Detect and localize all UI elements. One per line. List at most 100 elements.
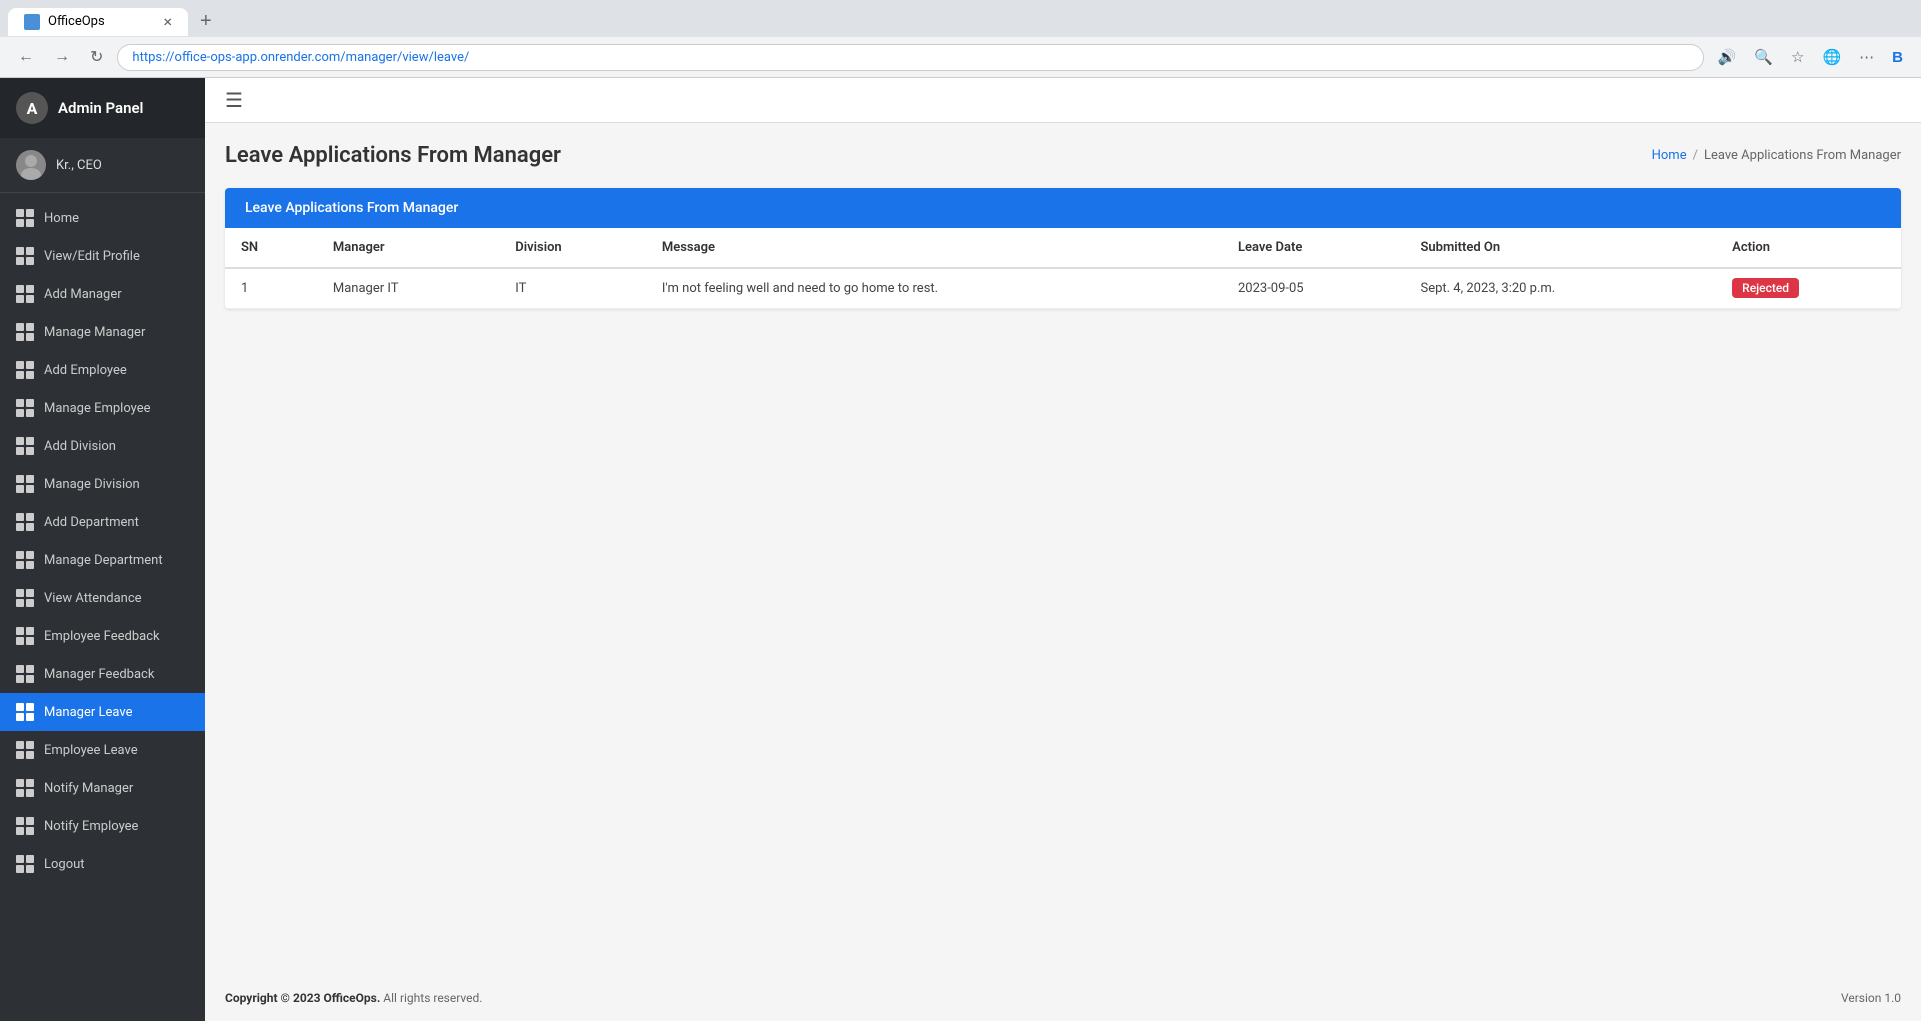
sidebar-item-label: Manage Employee — [44, 401, 151, 416]
tab-title: OfficeOps — [48, 14, 105, 29]
sidebar-app-name: Admin Panel — [58, 99, 143, 117]
sidebar-item-label: Add Department — [44, 515, 139, 530]
breadcrumb: Home / Leave Applications From Manager — [1652, 148, 1901, 163]
col-header-manager: Manager — [317, 228, 499, 268]
page-title: Leave Applications From Manager — [225, 143, 561, 168]
search-button[interactable]: 🔍 — [1748, 44, 1779, 70]
footer-rights: All rights reserved. — [383, 991, 482, 1005]
sidebar-item-manage-department[interactable]: Manage Department — [0, 541, 205, 579]
sidebar-item-employee-leave[interactable]: Employee Leave — [0, 731, 205, 769]
footer-copyright: Copyright © 2023 OfficeOps. All rights r… — [225, 991, 482, 1005]
browser-titlebar: OfficeOps × + — [0, 0, 1921, 37]
hamburger-menu-icon[interactable]: ☰ — [225, 88, 243, 112]
cell-message: I'm not feeling well and need to go home… — [646, 268, 1222, 309]
grid-icon — [16, 475, 34, 493]
page-footer: Copyright © 2023 OfficeOps. All rights r… — [205, 975, 1921, 1021]
sidebar-user-name: Kr., CEO — [56, 158, 102, 173]
sidebar: A Admin Panel Kr., CEO Home View/Edit Pro… — [0, 78, 205, 1021]
sidebar-item-view-attendance[interactable]: View Attendance — [0, 579, 205, 617]
grid-icon — [16, 817, 34, 835]
sidebar-item-label: Logout — [44, 857, 85, 872]
grid-icon — [16, 779, 34, 797]
sidebar-item-manager-feedback[interactable]: Manager Feedback — [0, 655, 205, 693]
grid-icon — [16, 627, 34, 645]
extensions-button[interactable]: 🌐 — [1816, 44, 1847, 70]
refresh-button[interactable]: ↻ — [84, 43, 109, 71]
app-wrapper: A Admin Panel Kr., CEO Home View/Edit Pro… — [0, 78, 1921, 1021]
sidebar-item-manage-division[interactable]: Manage Division — [0, 465, 205, 503]
grid-icon — [16, 437, 34, 455]
sidebar-item-manager-leave[interactable]: Manager Leave — [0, 693, 205, 731]
sidebar-nav: Home View/Edit Profile Add Manager Manage M… — [0, 193, 205, 1021]
footer-brand: Copyright © 2023 OfficeOps. — [225, 991, 380, 1005]
footer-version: Version 1.0 — [1841, 991, 1901, 1005]
main-content: ☰ Leave Applications From Manager Home /… — [205, 78, 1921, 1021]
sidebar-item-manage-manager[interactable]: Manage Manager — [0, 313, 205, 351]
sidebar-item-add-employee[interactable]: Add Employee — [0, 351, 205, 389]
sidebar-header: A Admin Panel — [0, 78, 205, 138]
sidebar-item-label: Employee Leave — [44, 743, 138, 758]
content-area: Leave Applications From Manager Home / L… — [205, 123, 1921, 975]
sidebar-item-label: Home — [44, 211, 79, 226]
breadcrumb-home[interactable]: Home — [1652, 148, 1687, 163]
sidebar-item-label: Manage Division — [44, 477, 140, 492]
sidebar-item-manage-employee[interactable]: Manage Employee — [0, 389, 205, 427]
sidebar-item-add-division[interactable]: Add Division — [0, 427, 205, 465]
grid-icon — [16, 247, 34, 265]
sidebar-logo: A — [16, 92, 48, 124]
sidebar-item-label: Employee Feedback — [44, 629, 160, 644]
sidebar-item-label: Manage Department — [44, 553, 163, 568]
sidebar-item-home[interactable]: Home — [0, 199, 205, 237]
sidebar-item-label: Manager Leave — [44, 705, 132, 720]
table-body: 1Manager ITITI'm not feeling well and ne… — [225, 268, 1901, 309]
read-aloud-button[interactable]: 🔊 — [1712, 44, 1743, 70]
browser-actions: 🔊 🔍 ☆ 🌐 ⋯ B — [1712, 44, 1909, 70]
address-text: https://office-ops-app.onrender.com/mana… — [132, 50, 1688, 65]
grid-icon — [16, 741, 34, 759]
grid-icon — [16, 399, 34, 417]
col-header-action: Action — [1716, 228, 1901, 268]
breadcrumb-current: Leave Applications From Manager — [1704, 148, 1901, 163]
browser-tab[interactable]: OfficeOps × — [8, 8, 188, 36]
more-button[interactable]: ⋯ — [1853, 44, 1880, 70]
sidebar-item-add-manager[interactable]: Add Manager — [0, 275, 205, 313]
cell-action: Rejected — [1716, 268, 1901, 309]
sidebar-item-view-edit-profile[interactable]: View/Edit Profile — [0, 237, 205, 275]
sidebar-item-label: View/Edit Profile — [44, 249, 140, 264]
sidebar-item-logout[interactable]: Logout — [0, 845, 205, 883]
sidebar-item-label: View Attendance — [44, 591, 142, 606]
grid-icon — [16, 589, 34, 607]
page-header: Leave Applications From Manager Home / L… — [225, 143, 1901, 168]
browser-chrome: OfficeOps × + ← → ↻ https://office-ops-a… — [0, 0, 1921, 78]
favorites-button[interactable]: ☆ — [1785, 44, 1810, 70]
tab-close-button[interactable]: × — [163, 14, 172, 30]
leave-applications-table: SNManagerDivisionMessageLeave DateSubmit… — [225, 228, 1901, 309]
sidebar-item-add-department[interactable]: Add Department — [0, 503, 205, 541]
tab-favicon — [24, 14, 40, 30]
new-tab-button[interactable]: + — [192, 6, 220, 37]
breadcrumb-separator: / — [1693, 148, 1698, 163]
sidebar-item-label: Manager Feedback — [44, 667, 154, 682]
grid-icon — [16, 323, 34, 341]
col-header-leave-date: Leave Date — [1222, 228, 1405, 268]
address-bar[interactable]: https://office-ops-app.onrender.com/mana… — [117, 44, 1703, 71]
forward-button[interactable]: → — [48, 44, 76, 70]
card-header: Leave Applications From Manager — [225, 188, 1901, 228]
edge-button[interactable]: B — [1886, 45, 1909, 70]
status-badge: Rejected — [1732, 278, 1799, 298]
grid-icon — [16, 665, 34, 683]
sidebar-user: Kr., CEO — [0, 138, 205, 193]
table-row: 1Manager ITITI'm not feeling well and ne… — [225, 268, 1901, 309]
grid-icon — [16, 551, 34, 569]
back-button[interactable]: ← — [12, 44, 40, 70]
sidebar-item-employee-feedback[interactable]: Employee Feedback — [0, 617, 205, 655]
col-header-division: Division — [499, 228, 646, 268]
sidebar-item-notify-employee[interactable]: Notify Employee — [0, 807, 205, 845]
cell-leave-date: 2023-09-05 — [1222, 268, 1405, 309]
grid-icon — [16, 285, 34, 303]
sidebar-item-label: Manage Manager — [44, 325, 145, 340]
table-header-row: SNManagerDivisionMessageLeave DateSubmit… — [225, 228, 1901, 268]
avatar — [16, 150, 46, 180]
sidebar-item-notify-manager[interactable]: Notify Manager — [0, 769, 205, 807]
topbar: ☰ — [205, 78, 1921, 123]
